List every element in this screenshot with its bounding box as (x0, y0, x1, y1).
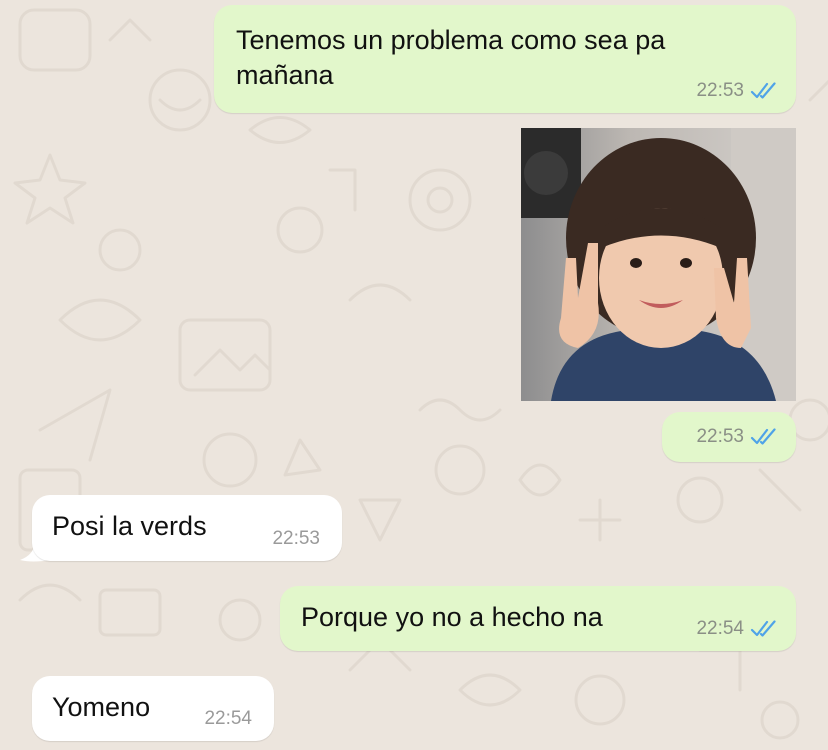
message-text: Porque yo no a hecho na (301, 602, 603, 632)
message-meta: 22:53 (272, 528, 320, 550)
message-text: Posi la verds (52, 511, 207, 541)
image-time-bubble: 22:53 (662, 412, 796, 462)
double-check-icon (750, 82, 776, 99)
message-text: Tenemos un problema como sea pa (236, 25, 666, 55)
message-time: 22:53 (272, 528, 320, 549)
image-message[interactable] (521, 128, 796, 401)
incoming-message-bubble[interactable]: Yomeno 22:54 (32, 676, 274, 741)
message-meta: 22:54 (696, 618, 778, 640)
outgoing-message-bubble[interactable]: Porque yo no a hecho na 22:54 (280, 586, 796, 651)
message-time: 22:53 (696, 80, 744, 101)
message-meta: 22:53 (696, 80, 778, 102)
message-time: 22:54 (204, 708, 252, 729)
message-time: 22:54 (696, 618, 744, 639)
outgoing-message-bubble[interactable]: Tenemos un problema como sea pa mañana 2… (214, 5, 796, 113)
double-check-icon (750, 620, 776, 637)
double-check-icon (750, 428, 776, 445)
incoming-message-bubble[interactable]: Posi la verds 22:53 (32, 495, 342, 561)
message-meta: 22:54 (204, 708, 252, 730)
child-photo-image (521, 128, 796, 401)
message-time: 22:53 (696, 426, 744, 447)
message-meta: 22:53 (696, 426, 778, 448)
message-text: Yomeno (52, 692, 151, 722)
message-text-line-2: mañana (236, 60, 334, 90)
